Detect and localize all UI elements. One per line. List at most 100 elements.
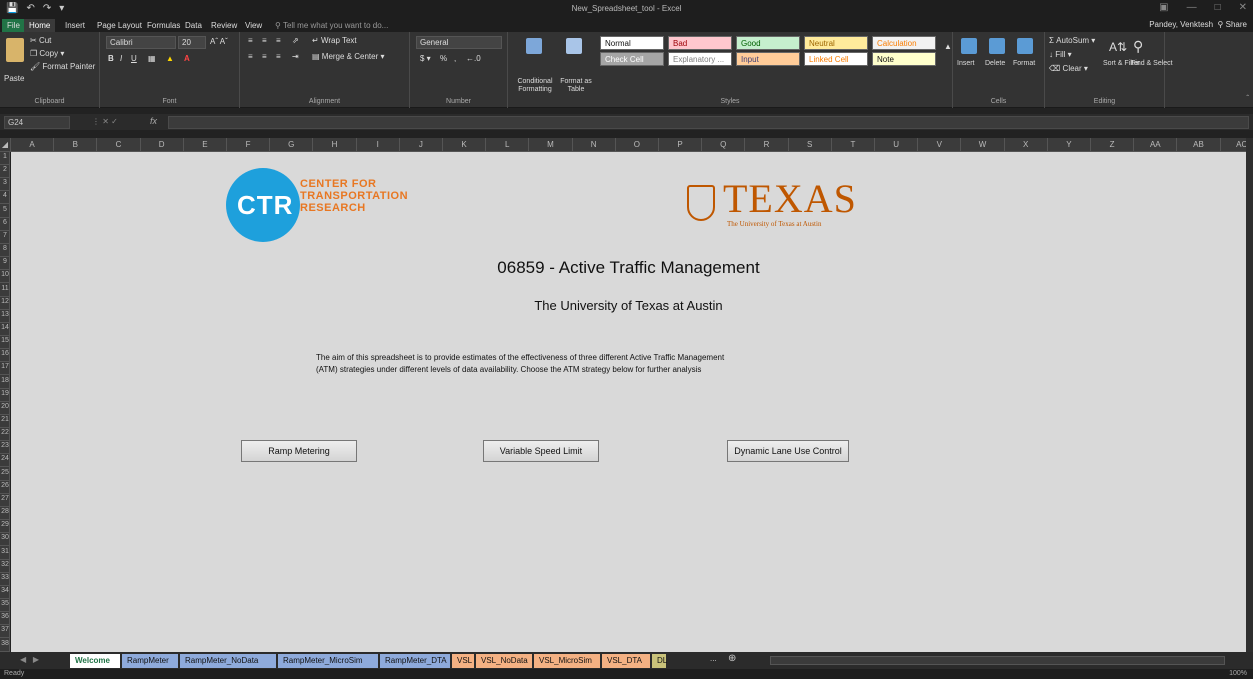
column-header-p[interactable]: P: [659, 138, 703, 152]
decimal-icon[interactable]: ←.0: [466, 54, 481, 63]
percent-icon[interactable]: %: [440, 54, 447, 63]
column-header-r[interactable]: R: [745, 138, 789, 152]
currency-icon[interactable]: $ ▾: [420, 54, 431, 63]
row-header-7[interactable]: 7: [0, 231, 10, 244]
dynamic-lane-use-control-button[interactable]: Dynamic Lane Use Control: [727, 440, 849, 462]
minimize-icon[interactable]: —: [1187, 2, 1197, 13]
sheet-tab-rampmeter-microsim[interactable]: RampMeter_MicroSim: [278, 654, 378, 668]
column-header-e[interactable]: E: [184, 138, 227, 152]
more-sheets-icon[interactable]: ...: [710, 654, 717, 663]
user-account[interactable]: Pandey, Venktesh ⚲ Share: [1149, 20, 1247, 29]
styles-scroll-icon[interactable]: ▲: [944, 42, 952, 51]
row-header-3[interactable]: 3: [0, 178, 10, 192]
sheet-tab-rampmeter-dta[interactable]: RampMeter_DTA: [380, 654, 450, 668]
underline-icon[interactable]: U: [131, 54, 137, 63]
sheet-tab-welcome[interactable]: Welcome: [70, 654, 120, 668]
delete-cells-icon[interactable]: [989, 38, 1005, 54]
sheet-tab-vsl-dta[interactable]: VSL_DTA: [602, 654, 650, 668]
wrap-text-button[interactable]: ↵ Wrap Text: [312, 36, 357, 45]
tab-file[interactable]: File: [2, 19, 25, 32]
format-painter-button[interactable]: 🖌 Format Painter: [30, 62, 95, 71]
paste-button[interactable]: Paste: [4, 74, 24, 83]
cell-style-neutral[interactable]: Neutral: [804, 36, 868, 50]
name-box[interactable]: G24: [4, 116, 70, 129]
zoom-level[interactable]: 100%: [1229, 670, 1247, 677]
row-header-28[interactable]: 28: [0, 507, 10, 521]
row-header-4[interactable]: 4: [0, 191, 10, 205]
column-header-s[interactable]: S: [789, 138, 832, 152]
row-header-26[interactable]: 26: [0, 481, 10, 494]
sort-filter-icon[interactable]: A⇅: [1109, 40, 1127, 54]
tell-me-box[interactable]: ⚲ Tell me what you want to do...: [270, 19, 393, 32]
tab-home[interactable]: Home: [24, 19, 56, 32]
row-header-16[interactable]: 16: [0, 349, 10, 363]
column-header-aa[interactable]: AA: [1134, 138, 1178, 152]
cell-style-note[interactable]: Note: [872, 52, 936, 66]
tab-review[interactable]: Review: [206, 19, 242, 32]
column-header-a[interactable]: A: [11, 138, 55, 152]
row-header-10[interactable]: 10: [0, 270, 10, 284]
row-header-19[interactable]: 19: [0, 389, 10, 402]
row-header-36[interactable]: 36: [0, 612, 10, 626]
maximize-icon[interactable]: □: [1215, 2, 1221, 13]
new-sheet-icon[interactable]: ⊕: [728, 653, 736, 664]
conditional-formatting-button[interactable]: Conditional Formatting: [512, 78, 558, 94]
merge-center-button[interactable]: ▤ Merge & Center ▾: [312, 52, 385, 61]
insert-function-icon[interactable]: fx: [150, 116, 157, 126]
clear-button[interactable]: ⌫ Clear ▾: [1049, 64, 1088, 73]
tab-view[interactable]: View: [240, 19, 267, 32]
font-name-select[interactable]: Calibri: [106, 36, 176, 49]
column-header-f[interactable]: F: [227, 138, 271, 152]
vertical-scrollbar[interactable]: [1246, 138, 1253, 652]
sheet-tab-vsl-nodata[interactable]: VSL_NoData: [476, 654, 532, 668]
row-header-21[interactable]: 21: [0, 415, 10, 428]
orientation-icon[interactable]: ⇗: [292, 36, 299, 45]
column-header-n[interactable]: N: [573, 138, 616, 152]
cut-button[interactable]: ✂ Cut: [30, 36, 51, 45]
row-header-14[interactable]: 14: [0, 323, 10, 336]
font-color-icon[interactable]: A: [184, 54, 190, 63]
column-header-c[interactable]: C: [97, 138, 141, 152]
row-header-30[interactable]: 30: [0, 533, 10, 547]
indent-icon[interactable]: ⇥: [292, 52, 299, 61]
copy-button[interactable]: ❐ Copy ▾: [30, 49, 64, 58]
column-header-d[interactable]: D: [141, 138, 184, 152]
insert-button[interactable]: Insert: [957, 60, 975, 67]
row-header-17[interactable]: 17: [0, 362, 10, 376]
format-button[interactable]: Format: [1013, 60, 1035, 67]
worksheet[interactable]: CTR CENTER FOR TRANSPORTATION RESEARCH T…: [11, 152, 1246, 652]
column-header-i[interactable]: I: [357, 138, 400, 152]
sheet-tab-rampmeter-nodata[interactable]: RampMeter_NoData: [180, 654, 276, 668]
row-header-12[interactable]: 12: [0, 297, 10, 310]
column-header-h[interactable]: H: [313, 138, 357, 152]
number-format-select[interactable]: General: [416, 36, 502, 49]
find-select-button[interactable]: Find & Select: [1131, 60, 1173, 67]
cell-style-calculation[interactable]: Calculation: [872, 36, 936, 50]
row-header-25[interactable]: 25: [0, 468, 10, 481]
row-header-20[interactable]: 20: [0, 402, 10, 415]
format-as-table-button[interactable]: Format as Table: [558, 78, 594, 94]
row-header-8[interactable]: 8: [0, 244, 10, 258]
italic-icon[interactable]: I: [120, 54, 122, 63]
cell-style-check-cell[interactable]: Check Cell: [600, 52, 664, 66]
column-header-b[interactable]: B: [54, 138, 98, 152]
row-header-27[interactable]: 27: [0, 494, 10, 507]
column-header-ab[interactable]: AB: [1177, 138, 1221, 152]
sheet-tab-vsl-microsim[interactable]: VSL_MicroSim: [534, 654, 600, 668]
insert-cells-icon[interactable]: [961, 38, 977, 54]
column-header-q[interactable]: Q: [702, 138, 746, 152]
formula-input[interactable]: [168, 116, 1249, 129]
cell-style-linked-cell[interactable]: Linked Cell: [804, 52, 868, 66]
tab-formulas[interactable]: Formulas: [142, 19, 185, 32]
variable-speed-limit-button[interactable]: Variable Speed Limit: [483, 440, 599, 462]
row-header-11[interactable]: 11: [0, 284, 10, 297]
column-header-o[interactable]: O: [616, 138, 659, 152]
row-header-22[interactable]: 22: [0, 428, 10, 442]
row-header-5[interactable]: 5: [0, 205, 10, 218]
borders-icon[interactable]: ▦: [148, 54, 156, 63]
tab-insert[interactable]: Insert: [60, 19, 90, 32]
tab-data[interactable]: Data: [180, 19, 207, 32]
row-header-13[interactable]: 13: [0, 310, 10, 323]
row-header-15[interactable]: 15: [0, 336, 10, 350]
row-header-23[interactable]: 23: [0, 441, 10, 455]
